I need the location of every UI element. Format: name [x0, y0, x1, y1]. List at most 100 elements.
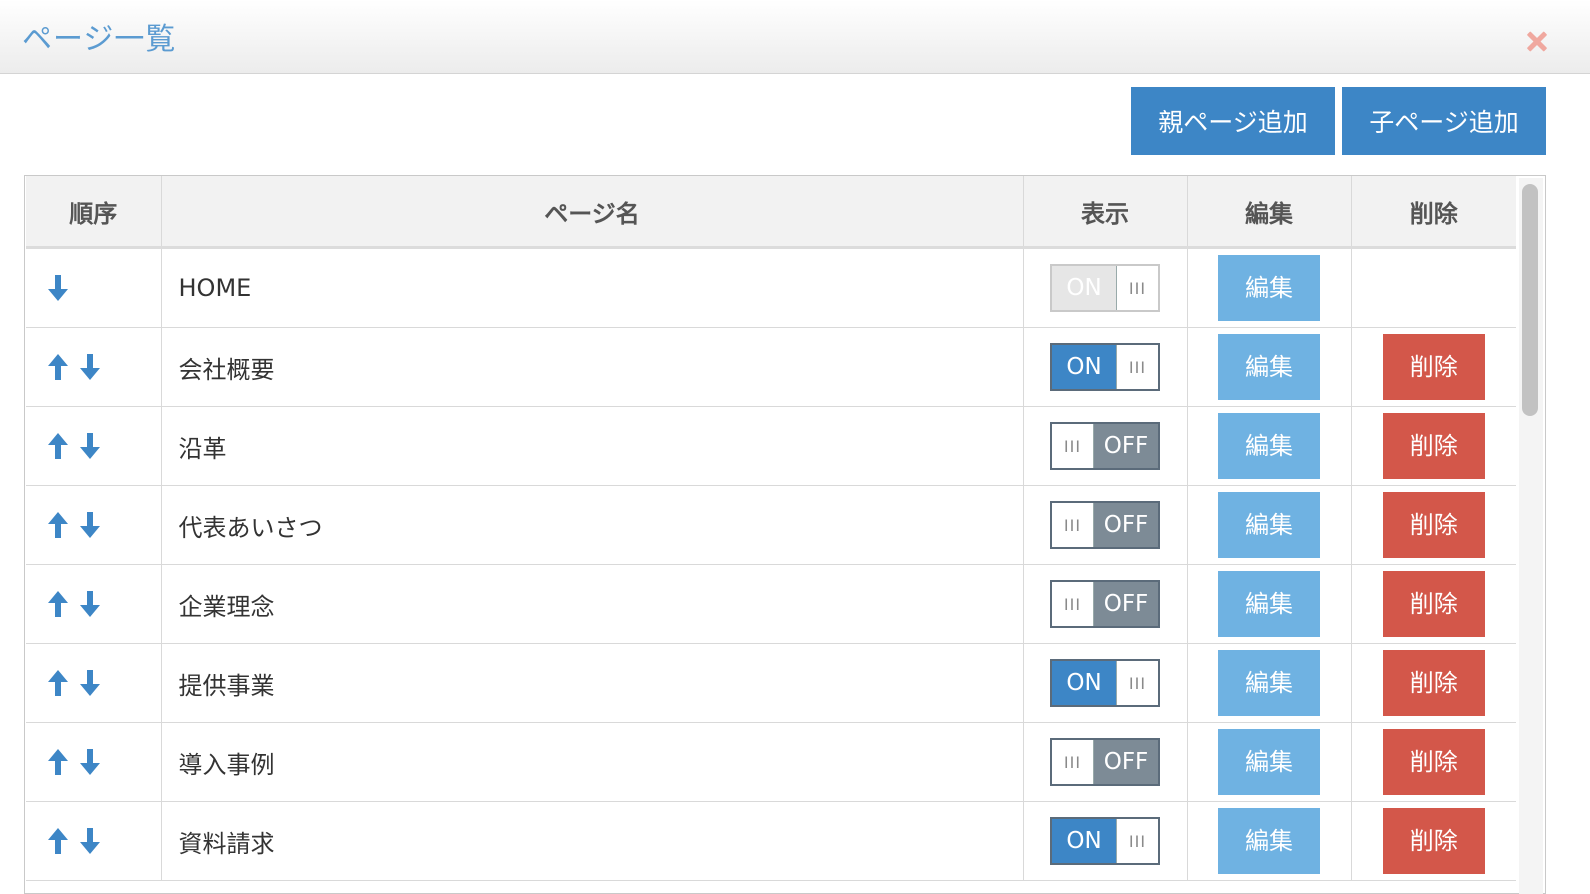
delete-cell: 削除	[1351, 327, 1516, 407]
delete-cell: 削除	[1351, 722, 1516, 802]
close-icon[interactable]	[1522, 26, 1552, 56]
delete-cell	[1351, 247, 1516, 328]
toggle-label: OFF	[1103, 433, 1149, 459]
edit-button[interactable]: 編集	[1218, 492, 1320, 558]
toggle-label: OFF	[1103, 512, 1149, 538]
table-row: 代表あいさつ OFF III 編集 削除	[26, 485, 1516, 565]
page-name: 代表あいさつ	[161, 485, 1024, 565]
edit-cell: 編集	[1187, 722, 1352, 802]
arrow-down-icon[interactable]	[78, 510, 106, 540]
visibility-toggle[interactable]: OFF III	[1050, 422, 1160, 470]
toggle-label: ON	[1066, 828, 1102, 854]
table-row: 提供事業 ON III 編集 削除	[26, 643, 1516, 723]
toggle-knob: III	[1116, 661, 1158, 705]
visibility-toggle[interactable]: ON III	[1050, 659, 1160, 707]
visibility-cell: OFF III	[1023, 485, 1188, 565]
visibility-toggle: ON III	[1050, 264, 1160, 312]
table-row: 資料請求 ON III 編集 削除	[26, 801, 1516, 881]
arrow-up-icon[interactable]	[46, 510, 74, 540]
toggle-knob: III	[1116, 345, 1158, 389]
visibility-cell: OFF III	[1023, 406, 1188, 486]
delete-button[interactable]: 削除	[1382, 492, 1485, 558]
delete-cell: 削除	[1351, 643, 1516, 723]
delete-cell: 削除	[1351, 485, 1516, 565]
delete-cell: 削除	[1351, 564, 1516, 644]
column-header-order: 順序	[26, 176, 162, 249]
toggle-knob: III	[1052, 424, 1094, 468]
edit-button[interactable]: 編集	[1218, 808, 1320, 874]
arrow-down-icon[interactable]	[78, 747, 106, 777]
page-name: 会社概要	[161, 327, 1024, 407]
visibility-cell: ON III	[1023, 327, 1188, 407]
delete-button[interactable]: 削除	[1382, 334, 1485, 400]
arrow-down-icon[interactable]	[78, 826, 106, 856]
visibility-cell: ON III	[1023, 643, 1188, 723]
delete-button[interactable]: 削除	[1382, 650, 1485, 716]
toggle-label: OFF	[1103, 749, 1149, 775]
edit-cell: 編集	[1187, 327, 1352, 407]
toggle-knob: III	[1116, 266, 1158, 310]
page-name: 提供事業	[161, 643, 1024, 723]
toggle-label: ON	[1066, 354, 1102, 380]
arrow-up-icon[interactable]	[46, 589, 74, 619]
edit-cell: 編集	[1187, 564, 1352, 644]
toggle-knob: III	[1052, 740, 1094, 784]
table-scrollbar[interactable]	[1519, 178, 1543, 894]
scrollbar-thumb[interactable]	[1522, 184, 1538, 416]
visibility-toggle[interactable]: OFF III	[1050, 738, 1160, 786]
visibility-toggle[interactable]: ON III	[1050, 817, 1160, 865]
toggle-knob: III	[1052, 582, 1094, 626]
arrow-up-icon[interactable]	[46, 668, 74, 698]
order-cell	[26, 247, 162, 328]
page-table: 順序 ページ名 表示 編集 削除 HOME ON III 編集 会社概要 ON III 編集削…	[24, 175, 1546, 894]
edit-button[interactable]: 編集	[1218, 255, 1320, 321]
table-header-row: 順序 ページ名 表示 編集 削除	[26, 176, 1516, 249]
page-name: 企業理念	[161, 564, 1024, 644]
edit-cell: 編集	[1187, 801, 1352, 881]
visibility-toggle[interactable]: OFF III	[1050, 501, 1160, 549]
arrow-down-icon[interactable]	[46, 273, 74, 303]
delete-button[interactable]: 削除	[1382, 808, 1485, 874]
add-parent-page-button[interactable]: 親ページ追加	[1131, 87, 1335, 155]
edit-button[interactable]: 編集	[1218, 413, 1320, 479]
page-name: 資料請求	[161, 801, 1024, 881]
toggle-label: ON	[1066, 275, 1102, 301]
column-header-edit: 編集	[1187, 176, 1352, 249]
arrow-down-icon[interactable]	[78, 352, 106, 382]
edit-button[interactable]: 編集	[1218, 729, 1320, 795]
toggle-label: ON	[1066, 670, 1102, 696]
arrow-up-icon[interactable]	[46, 826, 74, 856]
edit-button[interactable]: 編集	[1218, 334, 1320, 400]
edit-cell: 編集	[1187, 406, 1352, 486]
arrow-down-icon[interactable]	[78, 431, 106, 461]
order-cell	[26, 327, 162, 407]
visibility-cell: OFF III	[1023, 564, 1188, 644]
table-row: HOME ON III 編集	[26, 247, 1516, 328]
order-cell	[26, 643, 162, 723]
page-name: 沿革	[161, 406, 1024, 486]
edit-cell: 編集	[1187, 247, 1352, 328]
toggle-knob: III	[1116, 819, 1158, 863]
visibility-toggle[interactable]: OFF III	[1050, 580, 1160, 628]
edit-button[interactable]: 編集	[1218, 650, 1320, 716]
table-row: 会社概要 ON III 編集 削除	[26, 327, 1516, 407]
arrow-up-icon[interactable]	[46, 352, 74, 382]
delete-button[interactable]: 削除	[1382, 729, 1485, 795]
table-row: 企業理念 OFF III 編集 削除	[26, 564, 1516, 644]
visibility-toggle[interactable]: ON III	[1050, 343, 1160, 391]
arrow-up-icon[interactable]	[46, 431, 74, 461]
delete-button[interactable]: 削除	[1382, 571, 1485, 637]
add-child-page-button[interactable]: 子ページ追加	[1342, 87, 1546, 155]
page-name: HOME	[161, 247, 1024, 328]
visibility-cell: OFF III	[1023, 722, 1188, 802]
order-cell	[26, 485, 162, 565]
arrow-up-icon[interactable]	[46, 747, 74, 777]
arrow-down-icon[interactable]	[78, 668, 106, 698]
delete-button[interactable]: 削除	[1382, 413, 1485, 479]
order-cell	[26, 564, 162, 644]
arrow-down-icon[interactable]	[78, 589, 106, 619]
table-row: 導入事例 OFF III 編集 削除	[26, 722, 1516, 802]
delete-cell: 削除	[1351, 801, 1516, 881]
edit-button[interactable]: 編集	[1218, 571, 1320, 637]
visibility-cell: ON III	[1023, 801, 1188, 881]
